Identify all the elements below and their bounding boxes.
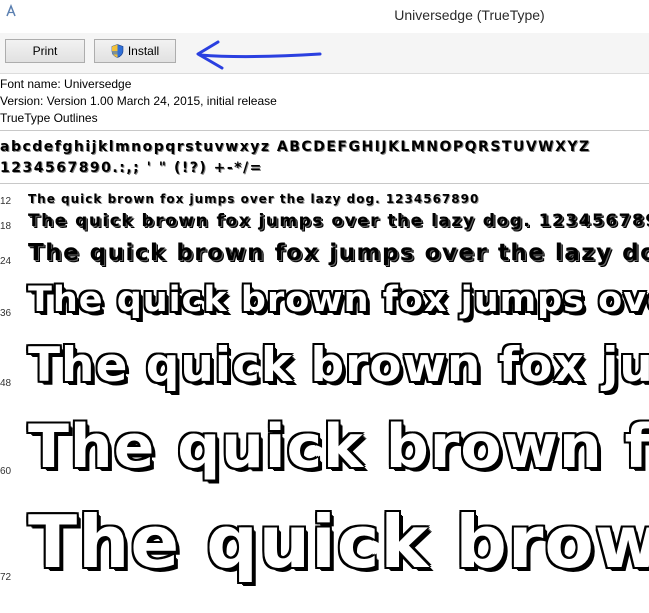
sample-text: The quick brown fox jumps over the lazy … (28, 192, 480, 206)
sample-row-60: 60 The quick brown fox (0, 410, 649, 496)
sample-text: The quick brown fox jumps over (28, 280, 649, 320)
sample-row-24: 24 The quick brown fox jumps over the la… (0, 236, 649, 276)
font-version-text: Version: Version 1.00 March 24, 2015, in… (0, 94, 277, 108)
sample-row-12: 12 The quick brown fox jumps over the la… (0, 190, 649, 210)
size-label: 48 (0, 378, 12, 389)
install-button[interactable]: Install (94, 39, 176, 63)
character-set-preview: abcdefghijklmnopqrstuvwxyz ABCDEFGHIJKLM… (0, 137, 591, 179)
sample-row-48: 48 The quick brown fox jumps (0, 336, 649, 408)
sample-text: The quick brown fox jumps over the lazy … (28, 211, 649, 231)
print-button[interactable]: Print (5, 39, 85, 63)
sample-text: The quick brown fox jumps (28, 338, 649, 393)
sample-text: The quick brown fox (28, 412, 649, 482)
size-label: 18 (0, 221, 12, 232)
font-outlines-text: TrueType Outlines (0, 111, 98, 125)
sample-row-36: 36 The quick brown fox jumps over (0, 276, 649, 336)
annotation-arrow-icon (196, 40, 322, 70)
sample-text: The quick brown fox jumps over the lazy … (28, 240, 649, 266)
sample-text: The quick brown (28, 500, 649, 584)
window-title: Universedge (TrueType) (394, 7, 545, 23)
print-button-label: Print (32, 44, 58, 58)
divider (0, 183, 649, 184)
title-bar: Universedge (TrueType) (0, 0, 649, 34)
divider (0, 130, 649, 131)
size-label: 72 (0, 572, 12, 583)
charset-letters: abcdefghijklmnopqrstuvwxyz ABCDEFGHIJKLM… (0, 139, 591, 155)
size-label: 24 (0, 256, 12, 267)
size-label: 36 (0, 308, 12, 319)
sample-row-18: 18 The quick brown fox jumps over the la… (0, 208, 649, 236)
uac-shield-icon (111, 44, 124, 58)
font-name-text: Font name: Universedge (0, 77, 132, 91)
size-label: 60 (0, 466, 12, 477)
install-button-label: Install (127, 44, 160, 58)
size-label: 12 (0, 196, 12, 207)
font-info: Font name: Universedge Version: Version … (0, 76, 277, 127)
sample-row-72: 72 The quick brown (0, 500, 649, 613)
charset-symbols: 1234567890.:,; ' " (!?) +-*/= (0, 160, 263, 176)
